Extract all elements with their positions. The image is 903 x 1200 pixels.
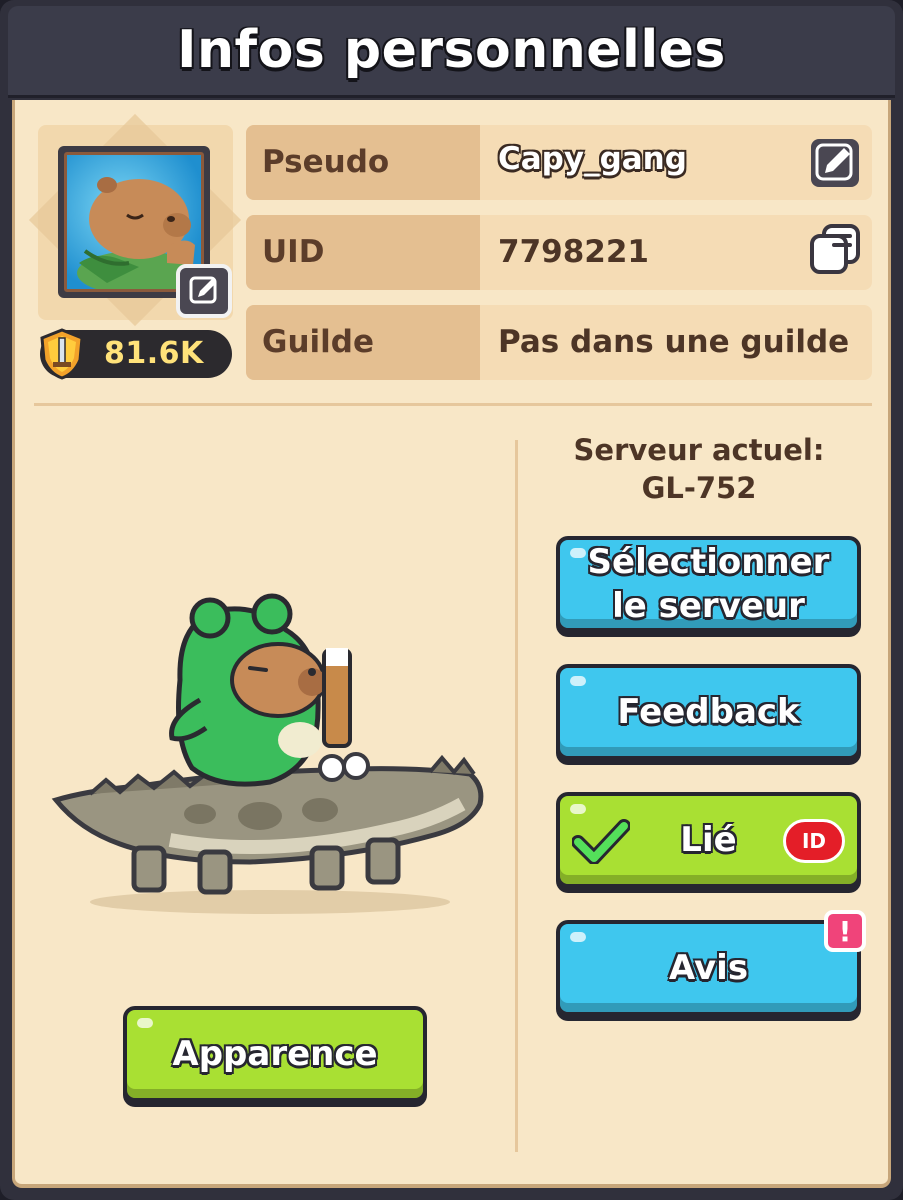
checkmark-icon xyxy=(572,819,630,864)
current-server-label: Serveur actuel: xyxy=(573,433,825,467)
info-row-pseudo: Pseudo Capy_gang xyxy=(246,125,872,200)
feedback-button[interactable]: Feedback xyxy=(556,664,861,760)
pseudo-label: Pseudo xyxy=(262,144,390,180)
pencil-icon xyxy=(189,276,217,304)
guild-value: Pas dans une guilde xyxy=(498,324,850,360)
sword-shield-icon xyxy=(40,328,84,380)
current-server-value: GL-752 xyxy=(641,471,757,505)
guild-label: Guilde xyxy=(262,324,374,360)
info-row-guild: Guilde Pas dans une guilde xyxy=(246,305,872,380)
copy-icon[interactable] xyxy=(808,222,862,276)
character-preview xyxy=(51,593,484,914)
uid-label: UID xyxy=(262,234,325,270)
notice-alert-badge: ! xyxy=(824,910,866,952)
power-value: 81.6K xyxy=(104,336,204,371)
divider xyxy=(34,403,872,406)
header-bar: Infos personnelles xyxy=(8,6,895,98)
page-title: Infos personnelles xyxy=(177,20,726,80)
info-row-uid: UID 7798221 xyxy=(246,215,872,290)
notice-button[interactable]: Avis xyxy=(556,920,861,1016)
id-badge: ID xyxy=(783,819,845,863)
uid-value: 7798221 xyxy=(498,234,649,270)
select-server-button[interactable]: Sélectionner le serveur xyxy=(556,536,861,632)
pencil-icon[interactable] xyxy=(808,136,862,190)
appearance-button[interactable]: Apparence xyxy=(123,1006,427,1102)
avatar-edit-button[interactable] xyxy=(176,264,232,318)
vertical-divider xyxy=(515,440,518,1152)
pseudo-value: Capy_gang xyxy=(498,141,687,177)
